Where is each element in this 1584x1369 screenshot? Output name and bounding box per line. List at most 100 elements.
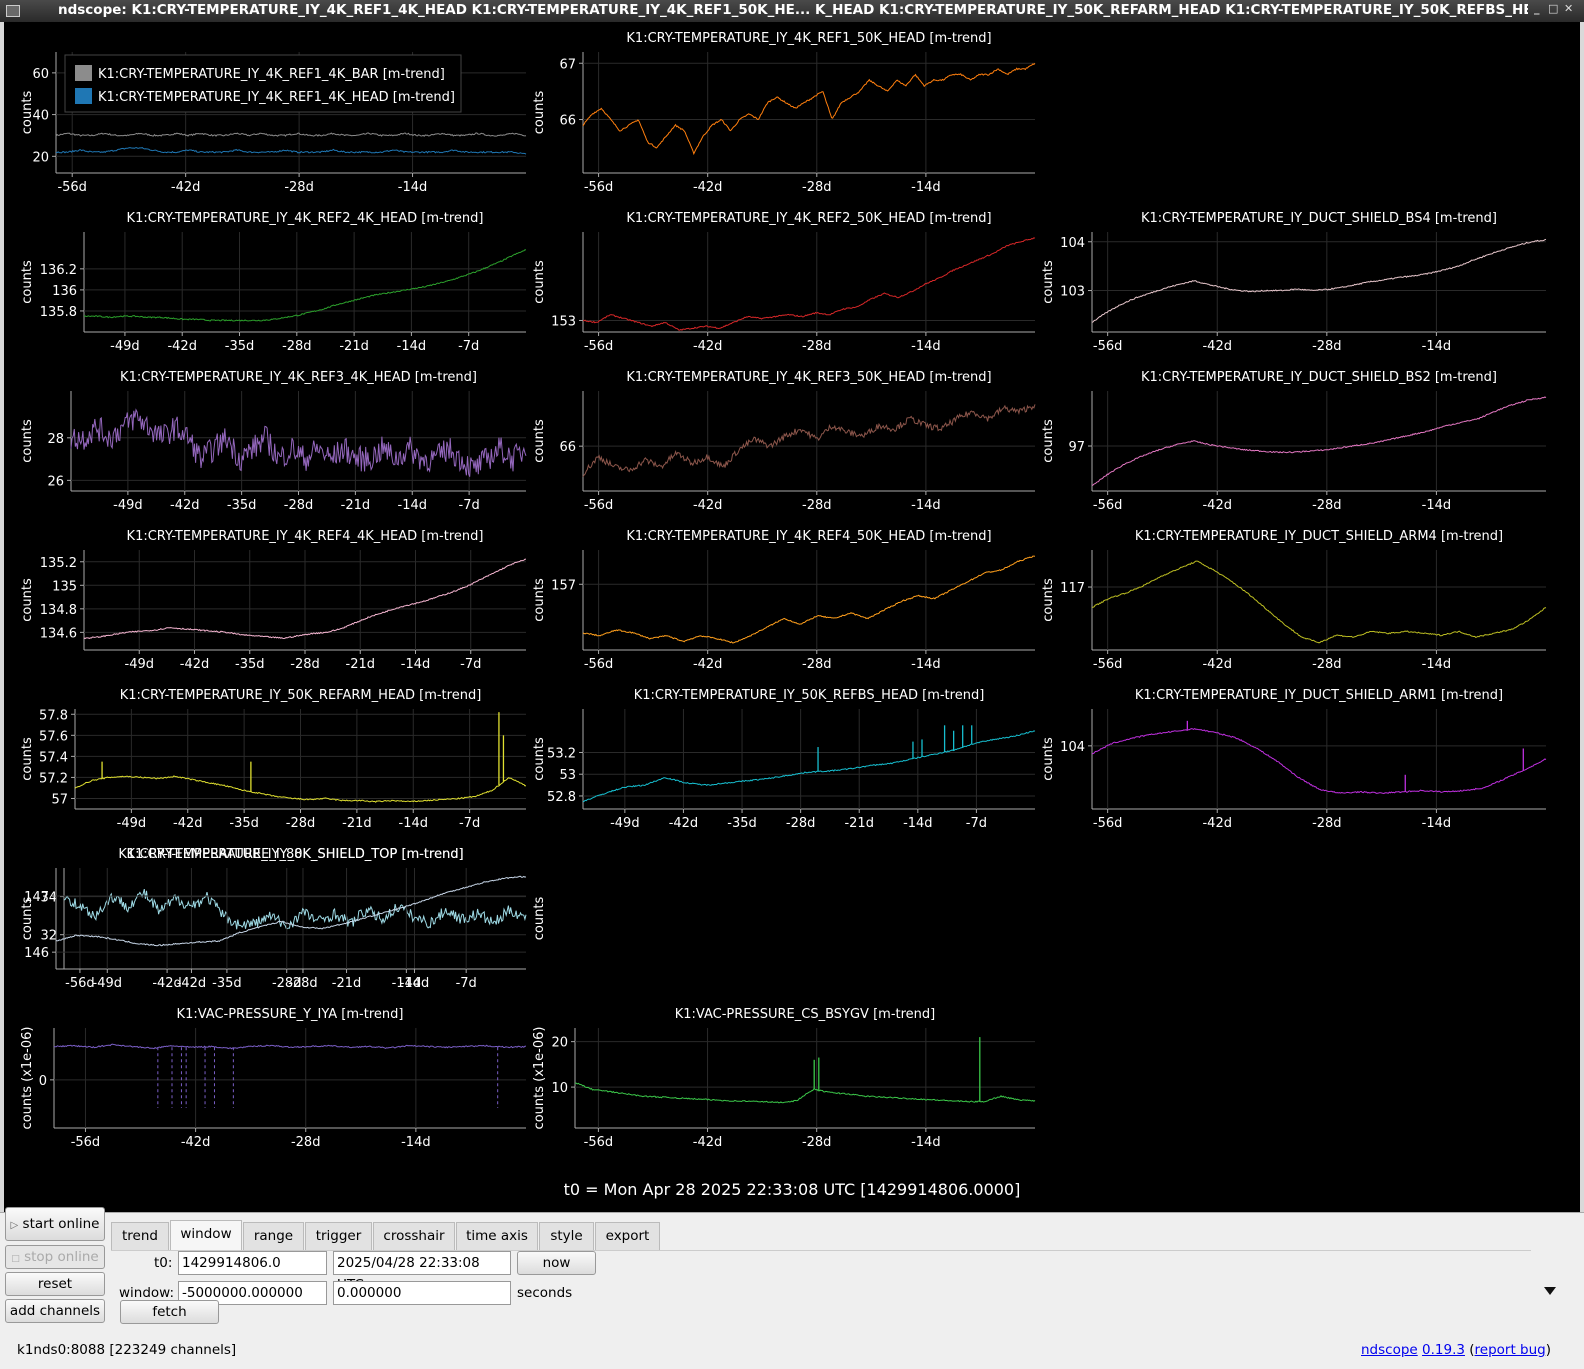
- x-tick-label: -14d: [1422, 339, 1452, 354]
- add-channels-button[interactable]: add channels: [5, 1299, 105, 1323]
- plot-panel-11[interactable]: -56d -42d -28d -14d 117 counts K1:CRY-TEMPERAT…: [1041, 529, 1547, 672]
- legend-label: K1:CRY-TEMPERATURE_IY_4K_REF1_4K_HEAD [m…: [98, 90, 455, 105]
- x-tick-label: -42d: [693, 1135, 723, 1150]
- series-line: [55, 147, 527, 155]
- y-tick-label: 53.2: [547, 746, 576, 761]
- start-online-button[interactable]: ▷ start online: [5, 1207, 105, 1241]
- now-button[interactable]: now: [517, 1251, 596, 1275]
- collapse-panel-icon[interactable]: [1544, 1287, 1556, 1295]
- tab-range[interactable]: range: [243, 1222, 304, 1250]
- plot-panel-7[interactable]: -56d -42d -28d -14d 66 counts K1:CRY-TEMPERATU…: [532, 370, 1036, 513]
- x-tick-label: -21d: [332, 976, 362, 991]
- y-axis-label: counts: [20, 260, 35, 304]
- y-tick-label: 53: [559, 768, 576, 783]
- x-tick-label: -56d: [1093, 339, 1123, 354]
- y-tick-label: 103: [1060, 285, 1085, 300]
- close-icon[interactable]: ✕: [1564, 2, 1573, 15]
- tab-window[interactable]: window: [170, 1220, 242, 1250]
- x-tick-label: -42d: [170, 498, 200, 513]
- y-axis-label: counts (x1e-06): [20, 1027, 35, 1130]
- plot-title: K1:CRY-TEMPERATURE_IY_4K_REF1_50K_HEAD […: [626, 31, 991, 46]
- x-tick-label: -14d: [911, 180, 941, 195]
- y-tick-label: 57.8: [39, 708, 68, 723]
- tab-trend[interactable]: trend: [111, 1222, 169, 1250]
- plots-canvas[interactable]: -56d -42d -28d -14d204060countsK1:CRY-TEMPE…: [4, 22, 1580, 1212]
- ndscope-link[interactable]: ndscope: [1361, 1342, 1418, 1358]
- y-tick-label: 135.2: [40, 556, 77, 571]
- x-tick-label: -28d: [802, 339, 832, 354]
- y-tick-label: 157: [551, 578, 576, 593]
- plot-grid[interactable]: -56d -42d -28d -14d 20 40 60 counts K1:CRY-TEMPE…: [4, 22, 1580, 1212]
- x-tick-label: -28d: [272, 976, 302, 991]
- reset-button[interactable]: reset: [5, 1272, 105, 1296]
- window-units-label: seconds: [517, 1285, 573, 1301]
- x-tick-label: -28d: [1312, 339, 1342, 354]
- x-tick-label: -7d: [459, 816, 480, 831]
- fetch-button[interactable]: fetch: [120, 1300, 219, 1324]
- x-tick-label: -35d: [235, 657, 265, 672]
- x-tick-label: -21d: [346, 657, 376, 672]
- x-tick-label: -49d: [125, 657, 155, 672]
- x-tick-label: -28d: [802, 657, 832, 672]
- t0-gps-input[interactable]: 1429914806.0: [178, 1251, 327, 1275]
- x-tick-label: -7d: [458, 339, 479, 354]
- version-link[interactable]: 0.19.3: [1422, 1342, 1465, 1358]
- plot-panel-13[interactable]: -49d -42d -35d -28d -21d -14d -7d 52.8 53 53.2cou…: [532, 688, 1036, 831]
- tab-style[interactable]: style: [539, 1222, 594, 1250]
- maximize-icon[interactable]: □: [1548, 2, 1558, 15]
- x-tick-label: -42d: [1202, 339, 1232, 354]
- series-line: [1091, 560, 1547, 644]
- plot-panel-18[interactable]: -56d -42d -28d -14d 0 counts (x1e-06) K1:VAC-P…: [20, 1007, 527, 1150]
- y-tick-label: 26: [47, 474, 64, 489]
- legend: K1:CRY-TEMPERATURE_IY_4K_REF1_4K_BAR [m-…: [64, 54, 462, 113]
- plot-panel-14[interactable]: -56d -42d -28d -14d 104 counts K1:CRY-TEMPERAT…: [1041, 688, 1547, 831]
- y-axis-label: counts: [532, 91, 547, 135]
- x-tick-label: -28d: [291, 1135, 321, 1150]
- x-tick-label: -14d: [398, 180, 428, 195]
- plot-panel-9[interactable]: -49d -42d -35d -28d -21d -14d -7d 134.6 134.8 135…: [20, 529, 527, 672]
- plot-title: K1:CRY-TEMPERATURE_IY_80K_SHIELD_TOP [m-…: [118, 847, 463, 862]
- plot-panel-10[interactable]: -56d -42d -28d -14d 157 counts K1:CRY-TEMPERAT…: [532, 529, 1036, 672]
- x-tick-label: -35d: [229, 816, 259, 831]
- server-address: k1nds0:8088: [17, 1342, 106, 1358]
- x-tick-label: -56d: [584, 180, 614, 195]
- x-tick-label: -28d: [286, 816, 316, 831]
- plot-title: K1:CRY-TEMPERATURE_IY_4K_REF3_50K_HEAD […: [626, 370, 991, 385]
- tab-crosshair[interactable]: crosshair: [373, 1222, 455, 1250]
- minimize-icon[interactable]: _: [1534, 2, 1540, 15]
- y-axis-label: counts: [532, 260, 547, 304]
- plot-panel-4[interactable]: -56d -42d -28d -14d 153 counts K1:CRY-TEMPERAT…: [532, 211, 1036, 354]
- plot-panel-8[interactable]: -56d -42d -28d -14d 97 counts K1:CRY-TEMPERATU…: [1041, 370, 1547, 513]
- x-tick-label: -49d: [113, 498, 143, 513]
- window-end-input[interactable]: 0.000000: [333, 1281, 511, 1305]
- plot-panel-3[interactable]: -49d -42d -35d -28d -21d -14d -7d 135.8 136 136.2…: [20, 211, 527, 354]
- plot-panel-6[interactable]: -49d -42d -35d -28d -21d -14d -7d 26 28 counts K1:…: [20, 370, 527, 513]
- x-tick-label: -21d: [339, 339, 369, 354]
- x-tick-label: -28d: [802, 180, 832, 195]
- y-axis-label: counts: [1041, 578, 1056, 622]
- plot-panel-19[interactable]: -56d -42d -28d -14d 10 20 counts (x1e-06) K1:VA…: [532, 1007, 1036, 1150]
- stop-online-button[interactable]: □ stop online: [5, 1245, 105, 1269]
- x-tick-label: -7d: [966, 816, 987, 831]
- x-tick-label: -14d: [398, 498, 428, 513]
- x-tick-label: -28d: [1312, 816, 1342, 831]
- plot-panel-0[interactable]: -56d -42d -28d -14d204060countsK1:CRY-TEMPE…: [20, 52, 527, 195]
- x-tick-label: -14d: [911, 1135, 941, 1150]
- y-tick-label: 60: [32, 67, 49, 82]
- plot-panel-1[interactable]: -56d -42d -28d -14d 66 67 counts K1:CRY-TEMPERA…: [532, 31, 1036, 195]
- x-tick-label: -28d: [290, 657, 320, 672]
- plot-panel-16[interactable]: -49d -42d -35d -28d -21d -14d -7d 146 147 counts K…: [24, 847, 547, 991]
- t0-utc-input[interactable]: 2025/04/28 22:33:08 UTC: [333, 1251, 511, 1293]
- tab-trigger[interactable]: trigger: [305, 1222, 372, 1250]
- x-tick-label: -14d: [911, 657, 941, 672]
- plot-panel-12[interactable]: -49d -42d -35d -28d -21d -14d -7d 57 57.2 57.4 57.…: [20, 688, 527, 831]
- y-axis-label: counts: [532, 897, 547, 941]
- report-bug-link[interactable]: report bug: [1475, 1342, 1546, 1358]
- tab-time-axis[interactable]: time axis: [456, 1222, 538, 1250]
- plot-panel-5[interactable]: -56d -42d -28d -14d 103 104 counts K1:CRY-TEMPE…: [1041, 211, 1547, 354]
- series-line: [83, 249, 527, 322]
- y-tick-label: 97: [1068, 440, 1085, 455]
- x-tick-label: -42d: [693, 498, 723, 513]
- series-line: [582, 237, 1036, 331]
- tab-export[interactable]: export: [595, 1222, 660, 1250]
